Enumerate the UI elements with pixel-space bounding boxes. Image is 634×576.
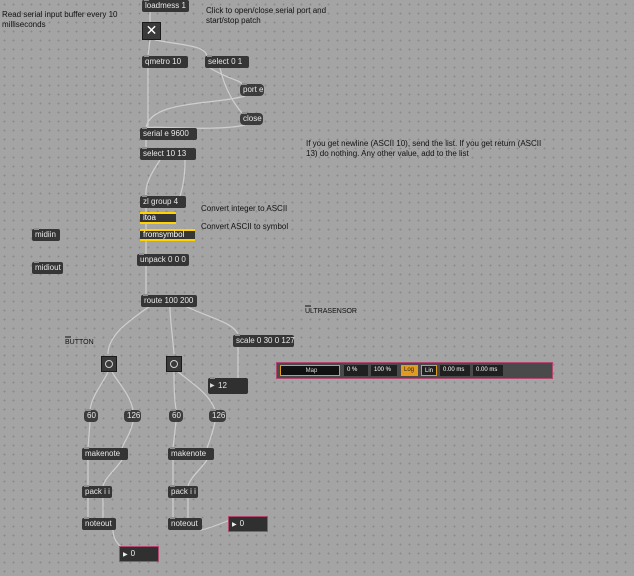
noteout-right[interactable]: noteout (168, 517, 202, 530)
message-126-right[interactable]: 126 (209, 409, 226, 422)
midiin-object[interactable]: midiin (32, 228, 60, 241)
button-label: BUTTON (65, 336, 94, 346)
percent-min-field[interactable]: 0 % (344, 365, 368, 376)
serial-toggle[interactable]: ✕ (142, 22, 161, 40)
route-object[interactable]: route 100 200 (141, 294, 197, 307)
ultrasensor-label: ULTRASENSOR (305, 305, 357, 315)
scale-settings-panel: Map 0 % 100 % Log Lin 0.00 ms 0.00 ms (276, 362, 553, 379)
message-126-left[interactable]: 126 (124, 409, 141, 422)
log-toggle[interactable]: Log (401, 365, 418, 376)
unpack-object[interactable]: unpack 0 0 0 (137, 253, 189, 266)
message-60-left[interactable]: 60 (84, 409, 98, 422)
play-arrow-icon: ▶ (232, 522, 237, 528)
fromsymbol-object[interactable]: fromsymbol (140, 229, 195, 241)
pack-left[interactable]: pack i i (82, 485, 112, 498)
output-number-bottom-value: 0 (130, 549, 136, 558)
percent-max-field[interactable]: 100 % (371, 365, 397, 376)
select-0-1-object[interactable]: select 0 1 (205, 55, 249, 68)
fromsymbol-label: fromsymbol (140, 231, 195, 239)
message-60-right[interactable]: 60 (169, 409, 183, 422)
qmetro-object[interactable]: qmetro 10 (142, 55, 188, 68)
convert-int-comment: Convert integer to ASCII (201, 204, 288, 213)
lin-toggle[interactable]: Lin (421, 365, 437, 376)
pack-right[interactable]: pack i i (168, 485, 198, 498)
output-number-right-value: 0 (239, 519, 245, 528)
itoa-label: itoa (140, 214, 176, 222)
itoa-object[interactable]: itoa (140, 212, 176, 224)
zl-group-object[interactable]: zl group 4 (140, 195, 186, 208)
scaled-number-value: 12 (218, 381, 227, 390)
port-message[interactable]: port e (240, 83, 264, 96)
noteout-left[interactable]: noteout (82, 517, 116, 530)
makenote-left[interactable]: makenote (82, 447, 128, 460)
read-serial-comment: Read serial input buffer every 10 millis… (2, 10, 118, 29)
bang-icon (170, 360, 178, 368)
close-message[interactable]: close (240, 112, 263, 125)
midiout-object[interactable]: midiout (32, 261, 63, 274)
ms-field-a[interactable]: 0.00 ms (440, 365, 470, 376)
serial-object[interactable]: serial e 9600 (140, 127, 197, 140)
makenote-right[interactable]: makenote (168, 447, 214, 460)
map-button[interactable]: Map (280, 365, 340, 376)
ms-field-b[interactable]: 0.00 ms (473, 365, 503, 376)
button-right[interactable] (166, 356, 182, 372)
button-left[interactable] (101, 356, 117, 372)
convert-symbol-comment: Convert ASCII to symbol (201, 222, 289, 231)
bang-icon (105, 360, 113, 368)
scaled-number-box[interactable]: 12 (208, 377, 248, 394)
x-mark-icon: ✕ (145, 22, 158, 38)
loadmess-object[interactable]: loadmess 1 (142, 0, 189, 12)
output-number-right[interactable]: ▶ 0 (228, 516, 268, 532)
select-10-13-object[interactable]: select 10 13 (140, 147, 196, 160)
output-number-bottom[interactable]: ▶ 0 (119, 546, 159, 562)
scale-object[interactable]: scale 0 30 0 127 (233, 334, 295, 347)
play-arrow-icon: ▶ (123, 552, 128, 558)
newline-comment: If you get newline (ASCII 10), send the … (306, 139, 542, 158)
click-open-comment: Click to open/close serial port and star… (206, 6, 327, 25)
